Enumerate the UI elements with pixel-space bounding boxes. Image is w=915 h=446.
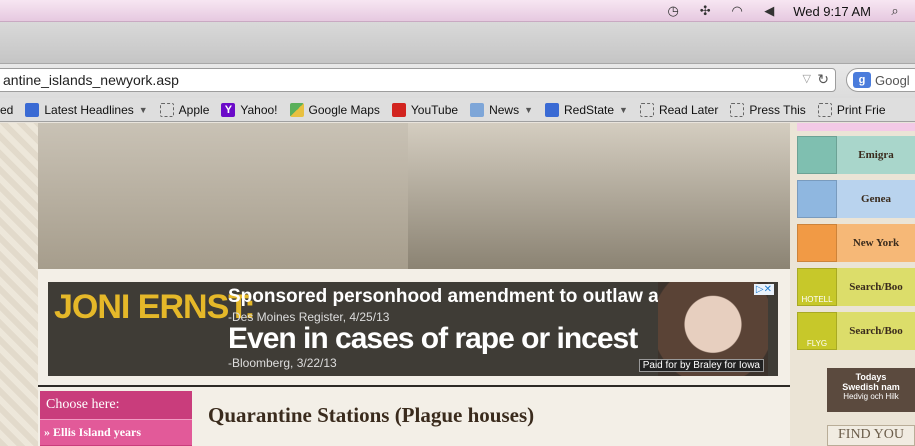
divider — [38, 385, 790, 387]
search-engine-label: Googl — [875, 72, 910, 88]
chevron-down-icon: ▼ — [524, 104, 533, 115]
bookmark-icon — [159, 102, 174, 117]
book-icon — [797, 180, 837, 218]
background-pattern — [0, 123, 38, 446]
right-sidebar: Emigra Genea New York HOTELL Search/Boo … — [797, 123, 915, 446]
page-title: Quarantine Stations (Plague houses) — [208, 403, 535, 427]
bluetooth-icon[interactable]: ✣ — [697, 3, 713, 19]
left-menu: Choose here: » Ellis Island years — [40, 391, 192, 446]
main-content: JONI ERNST: Sponsored personhood amendme… — [38, 123, 790, 446]
bookmark-icon — [730, 102, 745, 117]
bookmark-google-maps[interactable]: Google Maps — [289, 102, 380, 117]
wifi-icon[interactable]: ◠ — [729, 3, 745, 19]
bookmark-print-friendly[interactable]: Print Frie — [817, 102, 886, 117]
maps-icon — [289, 102, 304, 117]
bookmark-press-this[interactable]: Press This — [730, 102, 806, 117]
bookmark-youtube[interactable]: YouTube — [391, 102, 458, 117]
left-menu-header: Choose here: — [46, 397, 120, 412]
hospital-building-photo — [38, 123, 408, 269]
bookmark-icon — [639, 102, 654, 117]
youtube-icon — [391, 102, 406, 117]
sidebar-link-emigration[interactable]: Emigra — [797, 135, 915, 175]
airplane-icon: FLYG — [797, 312, 837, 350]
adchoices-icon[interactable]: ▷✕ — [753, 284, 774, 295]
clock[interactable]: Wed 9:17 AM — [793, 4, 871, 19]
address-bar[interactable]: antine_islands_newyork.asp ▽ ↻ — [0, 68, 836, 92]
web-page: JONI ERNST: Sponsored personhood amendme… — [0, 123, 915, 446]
google-search-icon[interactable]: g — [853, 72, 871, 88]
url-dropdown-icon[interactable]: ▽ — [803, 72, 811, 85]
yahoo-icon: Y — [221, 102, 236, 117]
menu-item-ellis-island[interactable]: » Ellis Island years — [40, 419, 192, 445]
bookmark-apple[interactable]: Apple — [159, 102, 209, 117]
browser-toolbar: antine_islands_newyork.asp ▽ ↻ g Googl — [0, 64, 915, 98]
sidebar-link-search-hotel[interactable]: HOTELL Search/Boo — [797, 267, 915, 307]
find-your-button[interactable]: FIND YOU — [827, 425, 915, 446]
menu-bar: ◷ ✣ ◠ ◀ Wed 9:17 AM ⌕ — [0, 0, 915, 22]
chevron-down-icon: ▼ — [138, 104, 148, 115]
folder-icon — [470, 102, 485, 117]
ad-disclaimer: Paid for by Braley for Iowa — [638, 359, 764, 372]
tab-strip — [0, 22, 915, 64]
bookmark-feed[interactable]: ed — [0, 103, 13, 117]
advertisement-banner[interactable]: JONI ERNST: Sponsored personhood amendme… — [48, 282, 778, 376]
ship-icon — [797, 136, 837, 174]
ad-line-1: Sponsored personhood amendment to outlaw… — [228, 286, 725, 307]
bookmark-redstate[interactable]: RedState ▼ — [545, 102, 628, 117]
chevron-down-icon: ▼ — [619, 104, 628, 115]
sidebar-link-search-flight[interactable]: FLYG Search/Boo — [797, 311, 915, 351]
url-text: antine_islands_newyork.asp — [3, 72, 179, 88]
bookmark-latest-headlines[interactable]: Latest Headlines ▼ — [25, 102, 148, 117]
ad-line-2: Even in cases of rape or incest — [228, 322, 638, 355]
statue-of-liberty-icon — [797, 224, 837, 262]
bookmark-icon — [817, 102, 832, 117]
reload-icon[interactable]: ↻ — [817, 71, 829, 88]
sidebar-link-genealogy[interactable]: Genea — [797, 179, 915, 219]
bookmark-read-later[interactable]: Read Later — [639, 102, 718, 117]
bookmarks-bar: ed Latest Headlines ▼ Apple Y Yahoo! Goo… — [0, 98, 915, 122]
ad-name: JONI ERNST: — [54, 288, 256, 326]
rss-icon — [25, 102, 40, 117]
volume-icon[interactable]: ◀ — [761, 3, 777, 19]
todays-names-box: Todays Swedish nam Hedvig och Hilk — [827, 368, 915, 412]
bookmark-news[interactable]: News ▼ — [470, 102, 533, 117]
spotlight-icon[interactable]: ⌕ — [887, 3, 903, 19]
search-field[interactable]: g Googl — [846, 68, 915, 92]
rss-icon — [545, 102, 559, 117]
bookmark-yahoo[interactable]: Y Yahoo! — [221, 102, 278, 117]
ad-source-2: -Bloomberg, 3/22/13 — [228, 356, 337, 370]
bed-icon: HOTELL — [797, 268, 837, 306]
sidebar-link-new-york[interactable]: New York — [797, 223, 915, 263]
hospital-ward-photo — [408, 123, 790, 269]
sidebar-top-strip — [797, 123, 915, 131]
header-photo — [38, 123, 790, 269]
time-machine-icon[interactable]: ◷ — [665, 3, 681, 19]
